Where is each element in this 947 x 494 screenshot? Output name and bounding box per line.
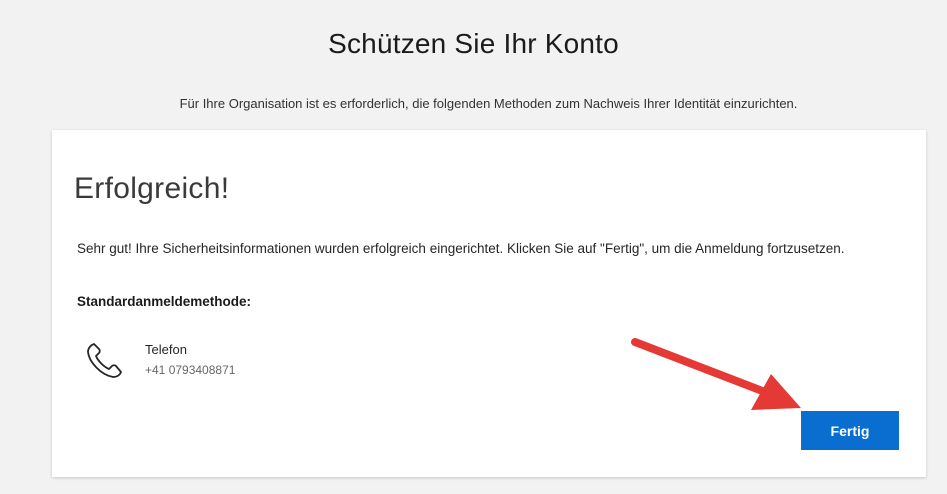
- default-method-item: Telefon +41 0793408871: [85, 336, 325, 386]
- page-subtitle: Für Ihre Organisation ist es erforderlic…: [179, 96, 798, 111]
- default-method-label: Standardanmeldemethode:: [77, 294, 252, 309]
- method-name: Telefon: [145, 342, 187, 357]
- method-phone-number: +41 0793408871: [145, 363, 236, 377]
- phone-icon: [87, 343, 122, 378]
- success-card: Erfolgreich! Sehr gut! Ihre Sicherheitsi…: [52, 130, 926, 477]
- success-message: Sehr gut! Ihre Sicherheitsinformationen …: [77, 241, 845, 256]
- success-heading: Erfolgreich!: [74, 172, 230, 205]
- done-button[interactable]: Fertig: [801, 411, 899, 450]
- annotation-arrow: [631, 338, 801, 410]
- page-title: Schützen Sie Ihr Konto: [328, 28, 619, 59]
